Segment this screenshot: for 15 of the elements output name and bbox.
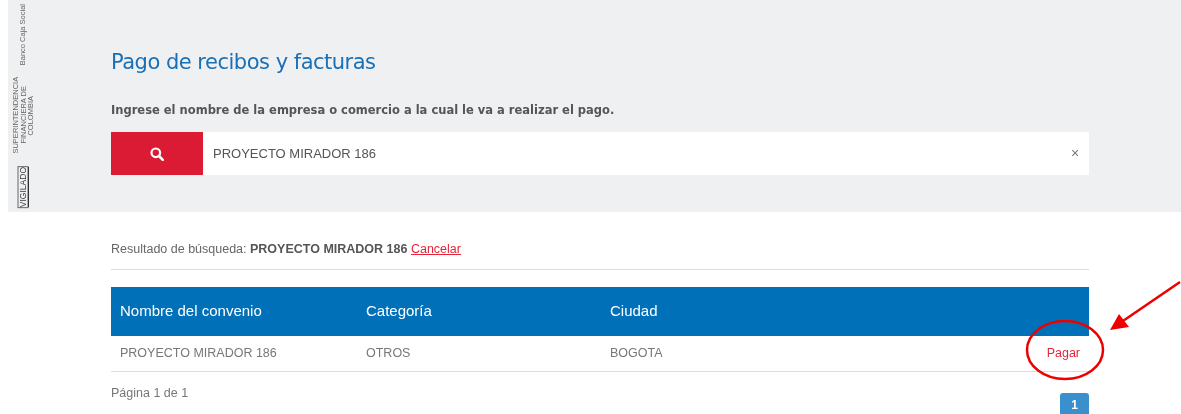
page-button[interactable]: 1 [1060,393,1089,414]
column-header: Nombre del convenio [111,286,357,336]
column-header: Ciudad [601,286,884,336]
page-info-text: Página 1 de 1 [111,385,190,403]
table-cell: BOGOTA [601,335,884,372]
page-title: Pago de recibos y facturas [111,50,377,76]
search-result-text: Resultado de búsqueda: PROYECTO MIRADOR 186 Cancelar [111,212,1089,270]
cancel-link[interactable]: Cancelar [410,242,461,256]
pay-link[interactable]: Pagar [1046,346,1080,361]
instruction-text: Ingrese el nombre de la empresa o comercio a la cual le va a realizar el pago. [111,102,616,120]
column-header: Categoría [357,286,601,336]
search-button[interactable] [111,132,203,176]
search-icon [150,146,164,161]
table-cell: PROYECTO MIRADOR 186 [111,335,357,372]
table-cell: OTROS [357,335,601,372]
